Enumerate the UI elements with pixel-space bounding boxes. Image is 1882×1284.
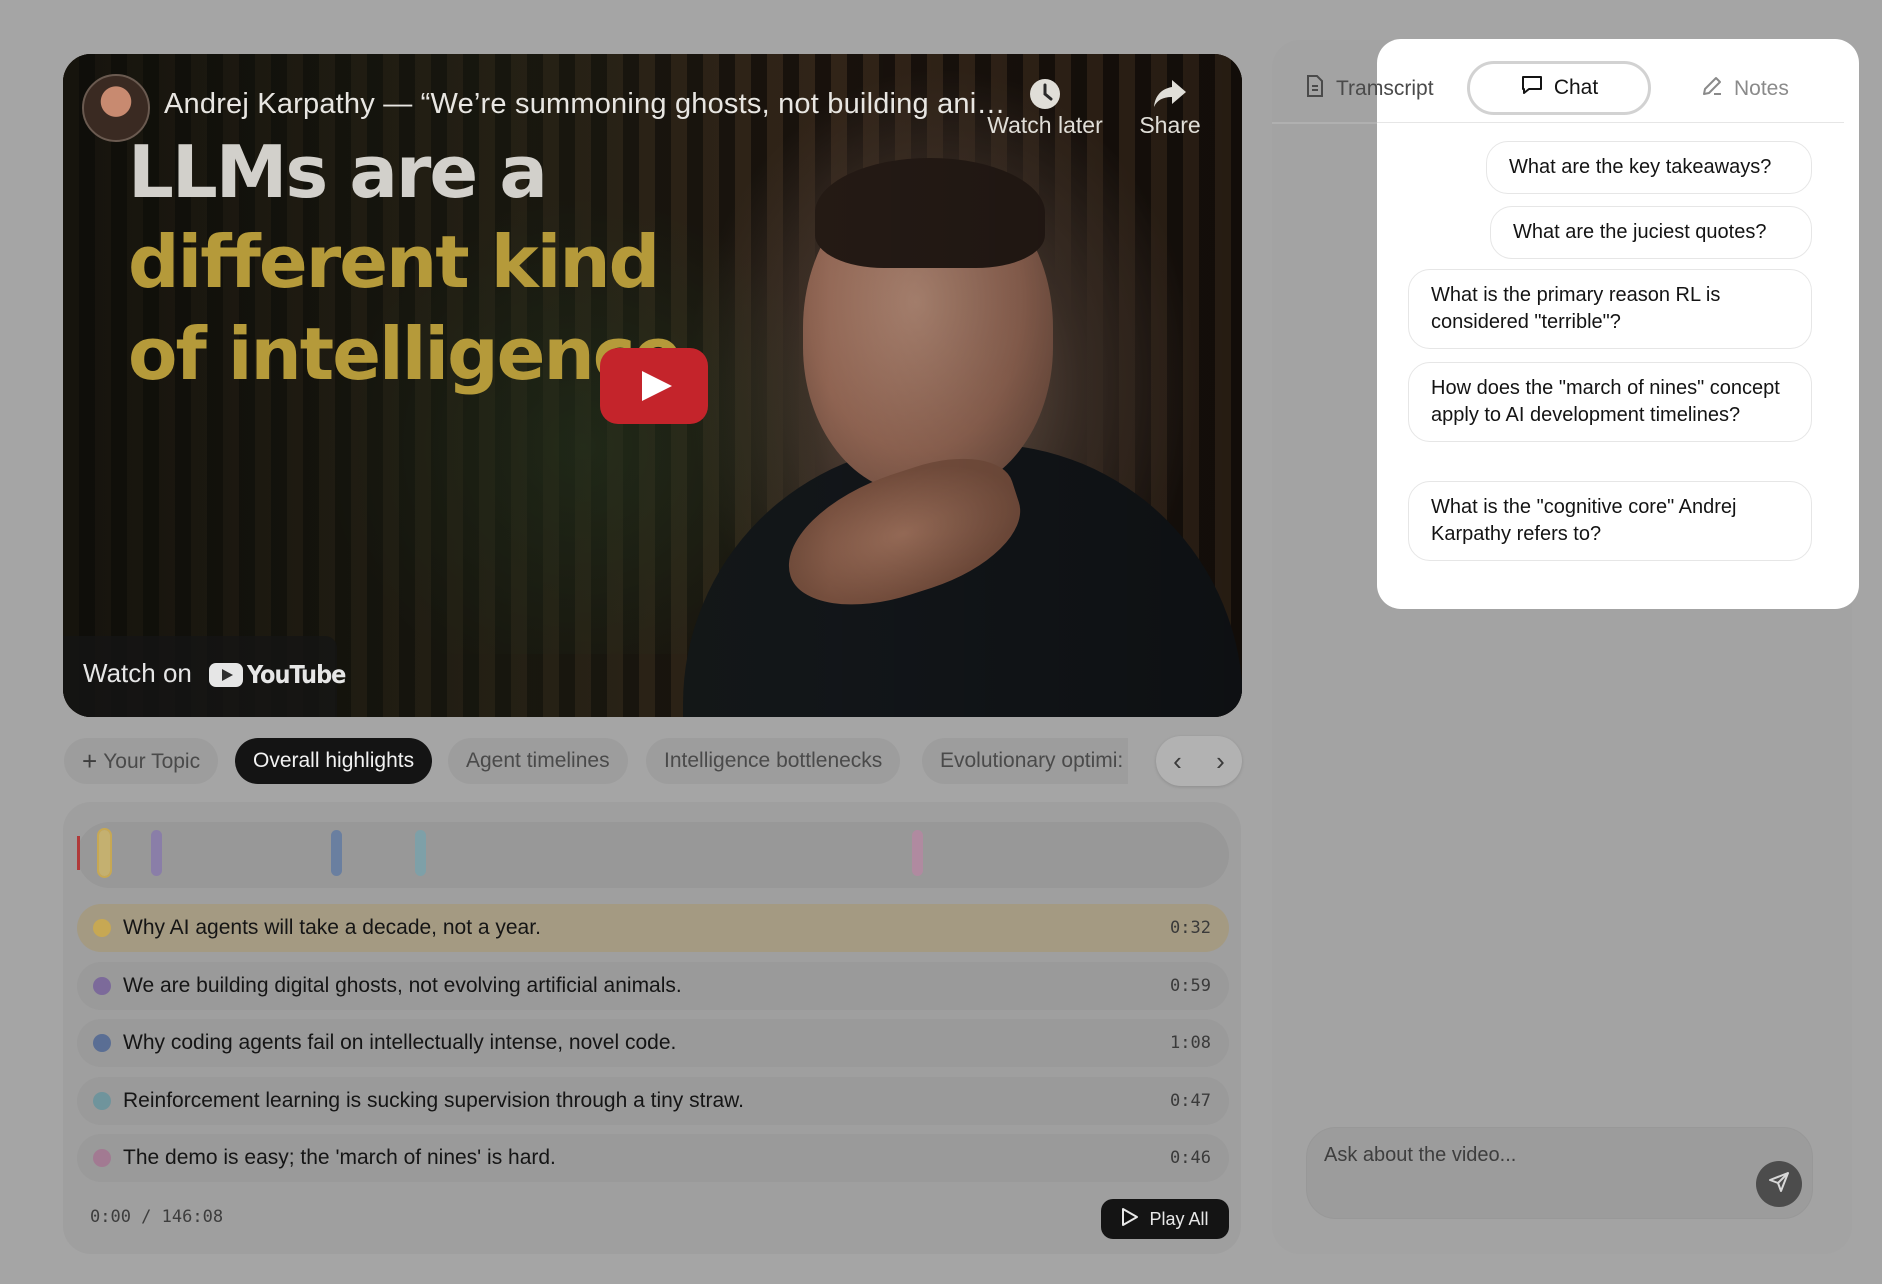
add-topic-button[interactable]: + Your Topic: [64, 738, 219, 784]
play-video-button[interactable]: [600, 348, 708, 424]
highlight-duration: 0:46: [1170, 1148, 1211, 1168]
highlight-row[interactable]: Why AI agents will take a decade, not a …: [77, 904, 1229, 952]
highlight-text: Reinforcement learning is sucking superv…: [123, 1088, 744, 1112]
chevron-right-icon[interactable]: ›: [1216, 746, 1225, 777]
suggestion-key-takeaways[interactable]: What are the key takeaways?: [1486, 141, 1812, 194]
highlight-text: Why AI agents will take a decade, not a …: [123, 916, 541, 939]
watch-later-button[interactable]: Watch later: [980, 76, 1110, 139]
topic-chip-evolutionary[interactable]: Evolutionary optimi:: [922, 738, 1128, 784]
highlight-row[interactable]: We are building digital ghosts, not evol…: [77, 961, 1229, 1010]
time-display: 0:00 / 146:08: [90, 1207, 224, 1227]
highlights-timeline[interactable]: [77, 822, 1229, 888]
highlight-text: We are building digital ghosts, not evol…: [123, 973, 682, 997]
highlight-color-dot: [93, 919, 111, 937]
highlight-text: The demo is easy; the 'march of nines' i…: [123, 1146, 556, 1169]
share-button[interactable]: Share: [1130, 76, 1210, 139]
playhead[interactable]: [77, 836, 80, 870]
tab-chat[interactable]: Chat: [1467, 61, 1651, 115]
thumbnail-text-line-2: different kind: [128, 220, 660, 304]
send-icon: [1768, 1171, 1790, 1198]
timeline-mark[interactable]: [414, 830, 426, 876]
chip-scroll-controls: ‹ ›: [1156, 736, 1242, 786]
ask-video-input[interactable]: [1322, 1140, 1746, 1170]
highlight-text: Why coding agents fail on intellectually…: [123, 1031, 677, 1054]
watch-on-label: Watch on: [83, 658, 192, 688]
tab-transcript-overlap[interactable]: Transcript: [1377, 62, 1457, 116]
chat-bubble-icon: [1520, 74, 1544, 102]
clock-icon: [980, 76, 1110, 112]
share-label: Share: [1139, 112, 1201, 138]
topic-chip-intelligence-bottlenecks[interactable]: Intelligence bottlenecks: [646, 738, 901, 784]
chevron-left-icon[interactable]: ‹: [1173, 746, 1182, 777]
highlight-row[interactable]: Why coding agents fail on intellectually…: [77, 1019, 1229, 1067]
watch-on-youtube-button[interactable]: Watch on YouTube: [63, 636, 346, 717]
timeline-mark[interactable]: [150, 830, 162, 876]
topic-chips: + Your Topic Overall highlights Agent tim…: [60, 738, 1128, 784]
highlight-row[interactable]: The demo is easy; the 'march of nines' i…: [77, 1134, 1229, 1182]
play-all-label: Play All: [1149, 1208, 1209, 1229]
thumbnail-text-line-3: of intelligence: [128, 312, 682, 396]
highlight-duration: 0:32: [1170, 918, 1211, 938]
document-icon: [1304, 74, 1326, 104]
highlight-color-dot: [93, 1034, 111, 1052]
suggestion-cognitive-core[interactable]: What is the "cognitive core" Andrej Karp…: [1408, 481, 1812, 561]
highlight-color-dot: [93, 976, 111, 995]
highlight-duration: 0:47: [1170, 1090, 1211, 1111]
play-all-button[interactable]: Play All: [1101, 1199, 1229, 1239]
send-button[interactable]: [1756, 1161, 1802, 1207]
watch-later-label: Watch later: [987, 112, 1103, 138]
highlight-color-dot: [93, 1149, 111, 1167]
thumbnail-text-line-1: LLMs are a: [128, 130, 548, 214]
timeline-mark[interactable]: [331, 830, 343, 876]
highlight-duration: 0:59: [1170, 975, 1211, 996]
timeline-mark[interactable]: [912, 830, 924, 876]
suggestion-rl-terrible[interactable]: What is the primary reason RL is conside…: [1408, 269, 1812, 349]
highlight-color-dot: [93, 1091, 111, 1110]
suggestion-march-of-nines[interactable]: How does the "march of nines" concept ap…: [1408, 362, 1812, 442]
topic-chip-agent-timelines[interactable]: Agent timelines: [448, 738, 628, 784]
tab-notes[interactable]: Notes: [1700, 62, 1789, 116]
plus-icon: +: [82, 746, 98, 776]
timeline-mark[interactable]: [96, 828, 112, 878]
youtube-logo: YouTube: [209, 660, 346, 689]
share-arrow-icon: [1130, 76, 1210, 112]
play-icon: [1121, 1207, 1139, 1232]
highlight-row[interactable]: Reinforcement learning is sucking superv…: [77, 1076, 1229, 1125]
suggestion-juiciest-quotes[interactable]: What are the juciest quotes?: [1490, 206, 1812, 259]
pencil-icon: [1700, 74, 1724, 104]
topic-chip-overall-highlights[interactable]: Overall highlights: [235, 738, 433, 784]
youtube-play-icon: [209, 662, 243, 687]
highlight-duration: 1:08: [1170, 1033, 1211, 1053]
video-title[interactable]: Andrej Karpathy — “We’re summoning ghost…: [164, 88, 1006, 121]
